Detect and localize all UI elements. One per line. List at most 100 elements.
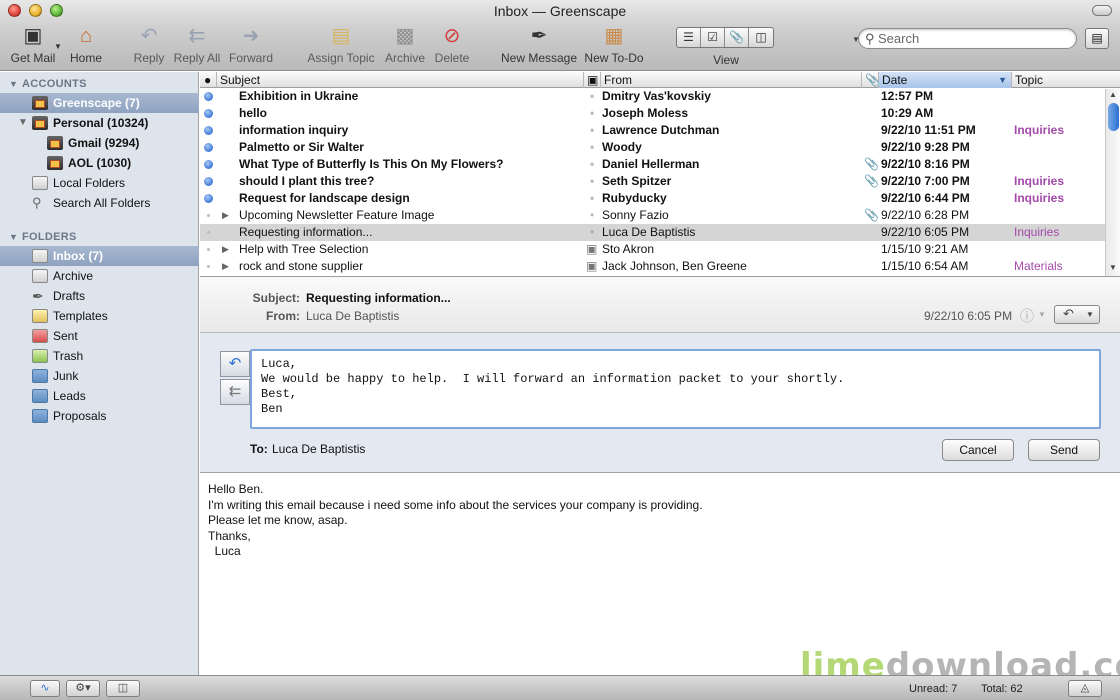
unread-column-header[interactable]: ● (200, 72, 217, 88)
message-list: ● Subject ▣ From 📎 Date ▼ Topic Exhibiti… (200, 72, 1120, 276)
folder-inbox[interactable]: Inbox (7) (0, 246, 199, 266)
forward-button[interactable]: ➜ Forward (227, 24, 275, 65)
assign-topic-button[interactable]: ▤ Assign Topic (305, 24, 377, 65)
toggle-todo-pane-button[interactable]: ◬ (1068, 680, 1102, 697)
folders-header[interactable]: ▼ FOLDERS (0, 229, 199, 245)
folder-icon (32, 409, 48, 423)
sort-descending-icon: ▼ (998, 75, 1007, 85)
unread-dot-icon (204, 126, 213, 135)
from-column-header[interactable]: From (601, 72, 862, 88)
activity-button[interactable]: ∿ (30, 680, 60, 697)
gear-icon: ⚙▾ (75, 682, 91, 694)
message-row[interactable]: ▶ Help with Tree Selection ▣ Sto Akron 1… (200, 241, 1105, 258)
settings-button[interactable]: ⚙▾ (66, 680, 100, 697)
folder-sent[interactable]: Sent (0, 326, 199, 346)
scroll-up-icon[interactable]: ▲ (1109, 90, 1117, 99)
todo-column-header[interactable]: ▣ (584, 72, 601, 88)
accounts-header[interactable]: ▼ ACCOUNTS (0, 76, 199, 92)
todo-dot-icon: • (590, 140, 595, 154)
delete-button[interactable]: ⊘ Delete (432, 24, 472, 65)
message-row-selected[interactable]: Requesting information... • Luca De Bapt… (200, 224, 1105, 241)
subject-label: Subject: (252, 291, 300, 305)
message-row[interactable]: Request for landscape design • Rubyducky… (200, 190, 1105, 207)
scroll-down-icon[interactable]: ▼ (1109, 263, 1117, 272)
local-folders[interactable]: Local Folders (0, 173, 199, 193)
reply-all-mode-button[interactable]: ⇇ (220, 379, 250, 405)
archive-button[interactable]: ▩ Archive (383, 24, 427, 65)
new-message-button[interactable]: ✒ New Message (500, 24, 578, 65)
reply-button[interactable]: ↶ Reply (128, 24, 170, 65)
message-sender[interactable]: Luca De Baptistis (306, 309, 399, 323)
unread-dot-icon: ● (204, 73, 212, 87)
thread-disclosure-icon[interactable]: ▶ (222, 207, 229, 224)
unread-dot-icon (204, 160, 213, 169)
unread-dot-icon (204, 177, 213, 186)
message-row[interactable]: ▶ rock and stone supplier ▣ Jack Johnson… (200, 258, 1105, 275)
thread-disclosure-icon[interactable]: ▶ (222, 241, 229, 258)
get-mail-button[interactable]: ▣ Get Mail (6, 24, 60, 65)
send-button[interactable]: Send (1028, 439, 1100, 461)
paperclip-icon: 📎 (864, 208, 879, 222)
message-body: Hello Ben. I'm writing this email becaus… (200, 474, 1120, 675)
message-row[interactable]: ▶ Upcoming Newsletter Feature Image • So… (200, 207, 1105, 224)
toggle-pane-button[interactable]: ◫ (106, 680, 140, 697)
column-headers: ● Subject ▣ From 📎 Date ▼ Topic (200, 72, 1120, 88)
pane-icon: ◫ (117, 682, 129, 694)
address-book-button[interactable]: ▤ (1085, 28, 1109, 49)
info-dropdown-icon[interactable]: ▼ (1038, 310, 1046, 319)
reply-text-area[interactable]: Luca, We would be happy to help. I will … (250, 349, 1101, 429)
account-greenscape[interactable]: Greenscape (7) (0, 93, 199, 113)
message-row[interactable]: hello • Joseph Moless 10:29 AM (200, 105, 1105, 122)
message-row[interactable]: Palmetto or Sir Walter • Woody 9/22/10 9… (200, 139, 1105, 156)
quick-reply-panel: ↶ ⇇ Luca, We would be happy to help. I w… (200, 333, 1120, 473)
list-view-icon[interactable]: ☰ (677, 28, 701, 47)
account-aol[interactable]: AOL (1030) (0, 153, 199, 173)
attachment-column-header[interactable]: 📎 (862, 72, 880, 88)
toolbar-toggle-button[interactable] (1092, 5, 1112, 16)
subject-column-header[interactable]: Subject (217, 72, 584, 88)
new-todo-button[interactable]: ▦ New To-Do (582, 24, 646, 65)
reply-all-button[interactable]: ⇇ Reply All (172, 24, 222, 65)
folder-drafts[interactable]: ✒ Drafts (0, 286, 199, 306)
todo-view-icon[interactable]: ☑ (701, 28, 725, 47)
search-icon: ⚲ (865, 31, 875, 46)
templates-icon (32, 309, 48, 323)
read-dot-icon (207, 231, 210, 234)
folder-archive[interactable]: Archive (0, 266, 199, 286)
message-subject: Requesting information... (306, 291, 451, 305)
account-personal[interactable]: ▼ Personal (10324) (0, 113, 199, 133)
message-row[interactable]: should I plant this tree? • Seth Spitzer… (200, 173, 1105, 190)
folder-templates[interactable]: Templates (0, 306, 199, 326)
date-column-header[interactable]: Date ▼ (879, 72, 1012, 88)
message-row[interactable]: What Type of Butterfly Is This On My Flo… (200, 156, 1105, 173)
mailbox-icon (47, 136, 63, 150)
todo-dot-icon: • (590, 208, 595, 222)
message-row[interactable]: Exhibition in Ukraine Dmitry Vas'kovskiy… (200, 88, 1105, 105)
info-icon[interactable]: ⓘ (1020, 306, 1034, 326)
message-date: 9/22/10 6:05 PM (924, 309, 1013, 323)
pen-icon: ✒ (32, 288, 44, 304)
topic-column-header[interactable]: Topic (1012, 72, 1120, 88)
home-button[interactable]: ⌂ Home (64, 24, 108, 65)
todo-dot-icon: • (590, 106, 595, 120)
archive-icon: ▩ (395, 25, 415, 47)
disclosure-open-icon: ▼ (18, 117, 28, 128)
preview-view-icon[interactable]: ◫ (749, 28, 773, 47)
cancel-button[interactable]: Cancel (942, 439, 1014, 461)
message-row[interactable]: information inquiry • Lawrence Dutchman … (200, 122, 1105, 139)
search-all-folders[interactable]: ⚲ Search All Folders (0, 193, 199, 213)
get-mail-dropdown-icon[interactable]: ▼ (54, 42, 62, 51)
thread-disclosure-icon[interactable]: ▶ (222, 258, 229, 275)
account-gmail[interactable]: Gmail (9294) (0, 133, 199, 153)
folder-leads[interactable]: Leads (0, 386, 199, 406)
folder-junk[interactable]: Junk (0, 366, 199, 386)
search-input[interactable] (878, 31, 1068, 46)
quick-reply-button[interactable]: ↶ ▼ (1054, 305, 1100, 324)
folder-trash[interactable]: Trash (0, 346, 199, 366)
message-list-scrollbar[interactable]: ▲ ▼ (1105, 89, 1120, 276)
read-dot-icon (207, 265, 210, 268)
scroll-thumb[interactable] (1108, 103, 1119, 131)
folder-proposals[interactable]: Proposals (0, 406, 199, 426)
reply-mode-button[interactable]: ↶ (220, 351, 250, 377)
attachment-view-icon[interactable]: 📎 (725, 28, 749, 47)
